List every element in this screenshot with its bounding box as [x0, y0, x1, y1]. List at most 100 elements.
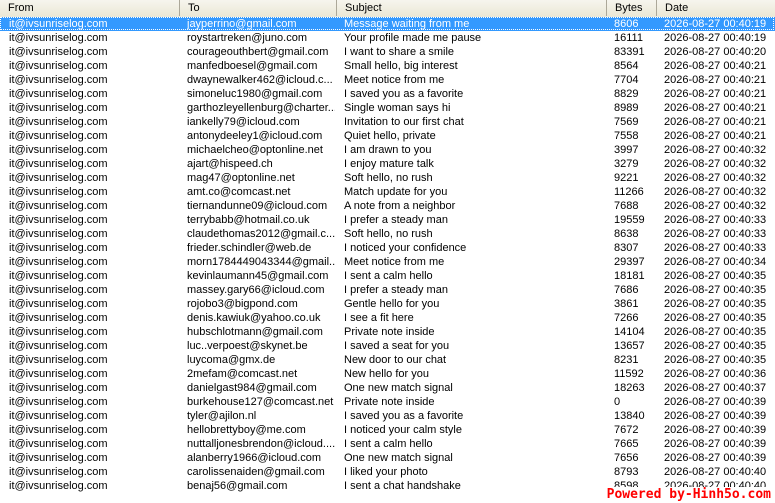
table-row[interactable]: it@ivsunriselog.com iankelly79@icloud.com…: [0, 115, 775, 129]
column-header-to[interactable]: To: [180, 0, 337, 16]
cell-from: it@ivsunriselog.com: [9, 200, 108, 212]
table-row[interactable]: it@ivsunriselog.com danielgast984@gmail.c…: [0, 381, 775, 395]
table-row[interactable]: it@ivsunriselog.com kevinlaumann45@gmail.…: [0, 269, 775, 283]
cell-bytes: 13657: [614, 340, 645, 352]
cell-bytes: 11266: [614, 186, 644, 198]
cell-bytes: 7704: [614, 74, 639, 86]
cell-to: antonydeeley1@icloud.com: [187, 130, 323, 142]
table-row[interactable]: it@ivsunriselog.com amt.co@comcast.net Mat…: [0, 185, 775, 199]
table-row[interactable]: it@ivsunriselog.com rojobo3@bigpond.com Ge…: [0, 297, 775, 311]
table-row[interactable]: it@ivsunriselog.com luc..verpoest@skynet.…: [0, 339, 775, 353]
cell-subject: Small hello, big interest: [344, 60, 458, 72]
table-row[interactable]: it@ivsunriselog.com manfedboesel@gmail.co…: [0, 59, 775, 73]
table-row[interactable]: it@ivsunriselog.com michaelcheo@optonline…: [0, 143, 775, 157]
table-row[interactable]: it@ivsunriselog.com claudethomas2012@gmai…: [0, 227, 775, 241]
cell-from: it@ivsunriselog.com: [9, 144, 108, 156]
cell-to: massey.gary66@icloud.com: [187, 284, 325, 296]
column-header-from[interactable]: From: [0, 0, 180, 16]
cell-bytes: 16111: [614, 32, 643, 44]
message-list[interactable]: From To Subject Bytes Date it@ivsunrisel…: [0, 0, 775, 503]
cell-bytes: 8606: [614, 18, 639, 30]
cell-subject: New door to our chat: [344, 354, 447, 366]
cell-subject: I noticed your calm style: [344, 424, 462, 436]
table-row[interactable]: it@ivsunriselog.com massey.gary66@icloud.…: [0, 283, 775, 297]
cell-to: courageouthbert@gmail.com: [187, 46, 329, 58]
column-header-subject[interactable]: Subject: [337, 0, 607, 16]
table-row[interactable]: it@ivsunriselog.com hubschlotmann@gmail.c…: [0, 325, 775, 339]
cell-bytes: 7686: [614, 284, 639, 296]
cell-date: 2026-08-27 00:40:36: [664, 368, 767, 380]
column-header-date[interactable]: Date: [657, 0, 775, 16]
cell-subject: I prefer a steady man: [344, 284, 448, 296]
table-row[interactable]: it@ivsunriselog.com tyler@ajilon.nl I save…: [0, 409, 775, 423]
cell-bytes: 0: [614, 396, 621, 408]
cell-from: it@ivsunriselog.com: [9, 298, 108, 310]
table-row[interactable]: it@ivsunriselog.com morn1784449043344@gma…: [0, 255, 775, 269]
cell-from: it@ivsunriselog.com: [9, 284, 108, 296]
cell-date: 2026-08-27 00:40:39: [664, 396, 767, 408]
table-row[interactable]: it@ivsunriselog.com alanberry1966@icloud.…: [0, 451, 775, 465]
table-row[interactable]: it@ivsunriselog.com simoneluc1980@gmail.c…: [0, 87, 775, 101]
cell-date: 2026-08-27 00:40:21: [664, 102, 767, 114]
cell-from: it@ivsunriselog.com: [9, 466, 108, 478]
cell-to: danielgast984@gmail.com: [187, 382, 317, 394]
table-row[interactable]: it@ivsunriselog.com antonydeeley1@icloud.…: [0, 129, 775, 143]
cell-from: it@ivsunriselog.com: [9, 340, 108, 352]
cell-from: it@ivsunriselog.com: [9, 424, 108, 436]
table-row[interactable]: it@ivsunriselog.com nuttalljonesbrendon@i…: [0, 437, 775, 451]
table-row[interactable]: it@ivsunriselog.com roystartreken@juno.co…: [0, 31, 775, 45]
cell-subject: I see a fit here: [344, 312, 414, 324]
cell-subject: I sent a calm hello: [344, 270, 433, 282]
cell-date: 2026-08-27 00:40:35: [664, 270, 767, 282]
table-row[interactable]: it@ivsunriselog.com tiernandunne09@icloud…: [0, 199, 775, 213]
table-row[interactable]: it@ivsunriselog.com luycoma@gmx.de New doo…: [0, 353, 775, 367]
cell-from: it@ivsunriselog.com: [9, 326, 108, 338]
cell-from: it@ivsunriselog.com: [9, 452, 108, 464]
cell-bytes: 8564: [614, 60, 639, 72]
table-row[interactable]: it@ivsunriselog.com terrybabb@hotmail.co.…: [0, 213, 775, 227]
table-row[interactable]: it@ivsunriselog.com courageouthbert@gmail…: [0, 45, 775, 59]
table-row[interactable]: it@ivsunriselog.com denis.kawiuk@yahoo.co…: [0, 311, 775, 325]
table-row[interactable]: it@ivsunriselog.com frieder.schindler@web…: [0, 241, 775, 255]
cell-to: kevinlaumann45@gmail.com: [187, 270, 329, 282]
cell-subject: Match update for you: [344, 186, 448, 198]
cell-from: it@ivsunriselog.com: [9, 32, 108, 44]
table-row[interactable]: it@ivsunriselog.com hellobrettyboy@me.com…: [0, 423, 775, 437]
cell-date: 2026-08-27 00:40:32: [664, 186, 767, 198]
cell-date: 2026-08-27 00:40:33: [664, 214, 767, 226]
cell-bytes: 7688: [614, 200, 639, 212]
table-row[interactable]: it@ivsunriselog.com carolissenaiden@gmail…: [0, 465, 775, 479]
column-header-bytes[interactable]: Bytes: [607, 0, 657, 16]
cell-to: 2mefam@comcast.net: [187, 368, 298, 380]
table-row[interactable]: it@ivsunriselog.com dwaynewalker462@iclou…: [0, 73, 775, 87]
cell-from: it@ivsunriselog.com: [9, 270, 108, 282]
table-row[interactable]: it@ivsunriselog.com garthozleyellenburg@c…: [0, 101, 775, 115]
cell-date: 2026-08-27 00:40:21: [664, 88, 767, 100]
cell-bytes: 3279: [614, 158, 639, 170]
cell-to: simoneluc1980@gmail.com: [187, 88, 323, 100]
cell-from: it@ivsunriselog.com: [9, 158, 108, 170]
cell-from: it@ivsunriselog.com: [9, 228, 108, 240]
cell-from: it@ivsunriselog.com: [9, 480, 108, 492]
cell-date: 2026-08-27 00:40:39: [664, 424, 767, 436]
cell-to: rojobo3@bigpond.com: [187, 298, 298, 310]
cell-bytes: 8231: [614, 354, 639, 366]
cell-date: 2026-08-27 00:40:35: [664, 326, 767, 338]
table-row[interactable]: it@ivsunriselog.com ajart@hispeed.ch I enj…: [0, 157, 775, 171]
cell-from: it@ivsunriselog.com: [9, 88, 108, 100]
cell-to: luc..verpoest@skynet.be: [187, 340, 308, 352]
cell-subject: Private note inside: [344, 326, 435, 338]
table-row[interactable]: it@ivsunriselog.com jayperrino@gmail.com M…: [0, 17, 775, 31]
cell-to: luycoma@gmx.de: [187, 354, 276, 366]
cell-bytes: 9221: [614, 172, 639, 184]
table-row[interactable]: it@ivsunriselog.com 2mefam@comcast.net New…: [0, 367, 775, 381]
table-row[interactable]: it@ivsunriselog.com burkehouse127@comcast…: [0, 395, 775, 409]
cell-to: michaelcheo@optonline.net: [187, 144, 323, 156]
cell-to: hellobrettyboy@me.com: [187, 424, 306, 436]
cell-subject: I want to share a smile: [344, 46, 455, 58]
cell-to: denis.kawiuk@yahoo.co.uk: [187, 312, 321, 324]
cell-subject: Soft hello, no rush: [344, 228, 433, 240]
table-row[interactable]: it@ivsunriselog.com mag47@optonline.net So…: [0, 171, 775, 185]
cell-bytes: 19559: [614, 214, 645, 226]
cell-date: 2026-08-27 00:40:21: [664, 116, 767, 128]
